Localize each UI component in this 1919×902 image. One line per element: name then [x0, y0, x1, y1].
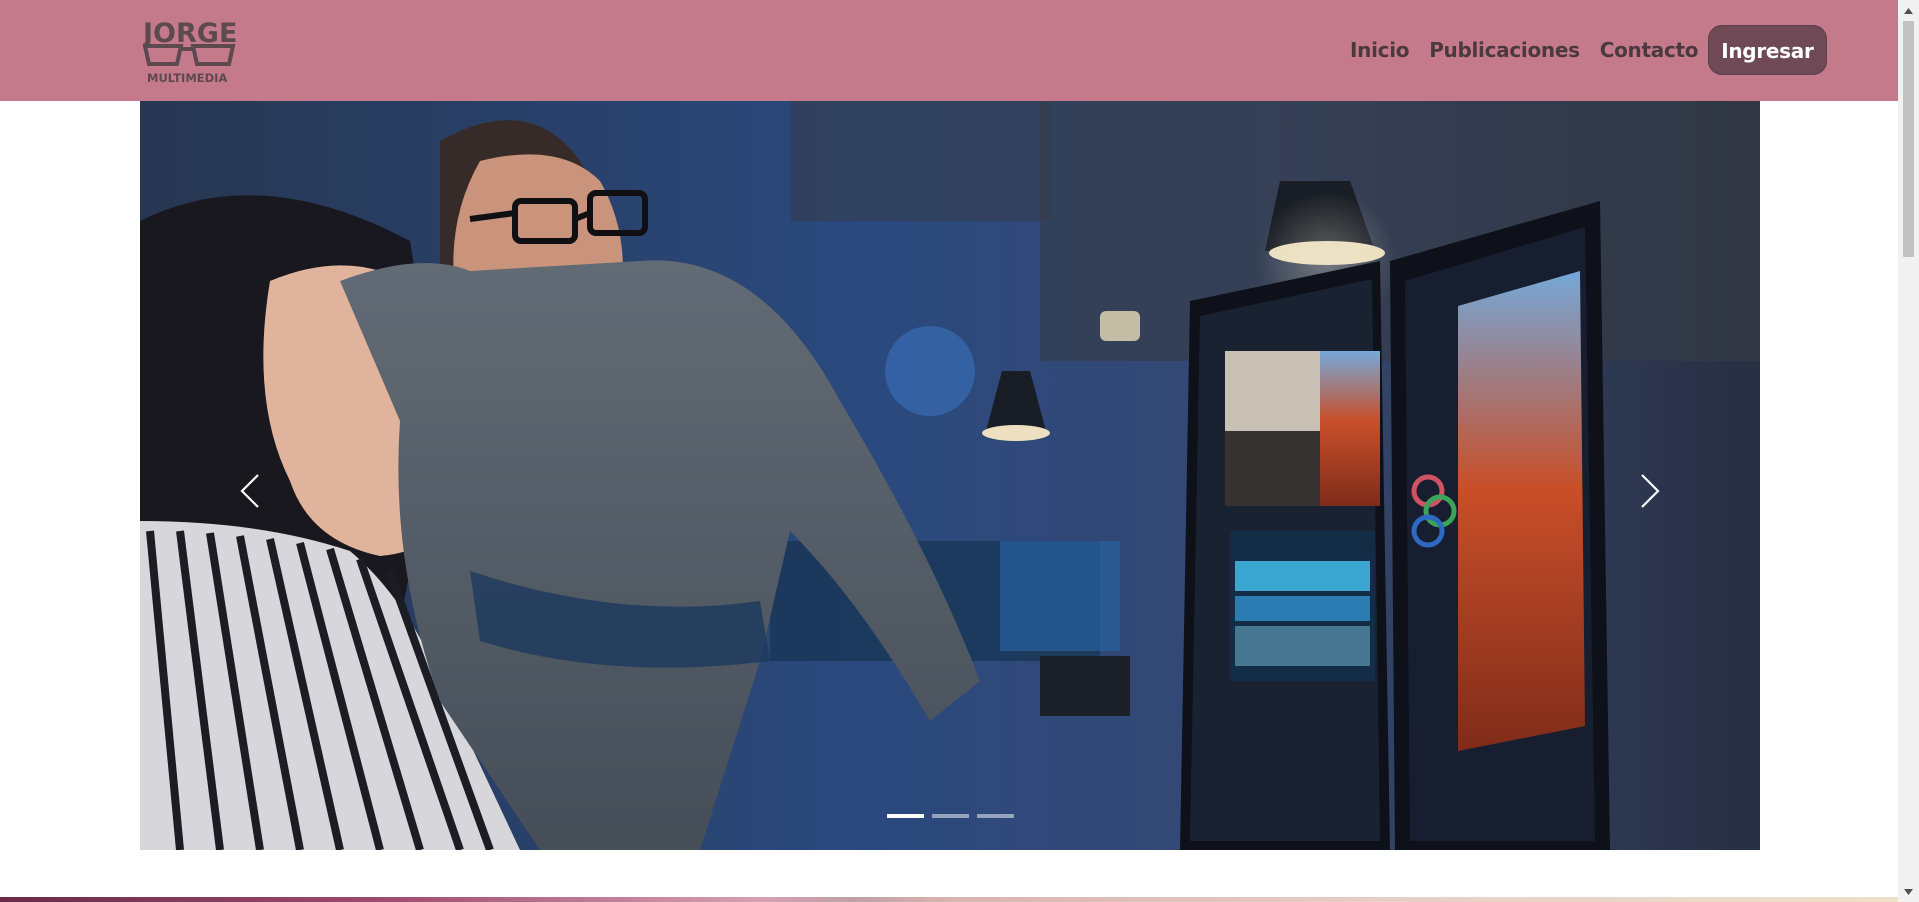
brand-logo[interactable]: JORGE MULTIMEDIA	[141, 18, 237, 85]
carousel-indicator-2[interactable]	[931, 814, 969, 818]
logo-wordmark-bottom: MULTIMEDIA	[147, 71, 227, 84]
nav-link-inicio[interactable]: Inicio	[1340, 38, 1419, 62]
hero-carousel	[140, 101, 1760, 850]
top-navbar: JORGE MULTIMEDIA Inicio Publicaciones Co…	[0, 0, 1898, 101]
carousel-prev-button[interactable]	[220, 456, 280, 526]
scroll-thumb[interactable]	[1903, 21, 1914, 257]
carousel-indicator-1[interactable]	[886, 814, 924, 818]
main-nav: Inicio Publicaciones Contacto Ingresar	[1340, 25, 1827, 75]
scroll-down-arrow-icon	[1904, 888, 1913, 895]
section-divider	[0, 897, 1898, 902]
ingresar-button[interactable]: Ingresar	[1708, 25, 1827, 75]
chevron-left-icon	[240, 474, 259, 508]
carousel-slide-image	[140, 101, 1760, 850]
carousel-indicators	[140, 814, 1760, 818]
nav-link-publicaciones[interactable]: Publicaciones	[1419, 38, 1590, 62]
nav-link-contacto[interactable]: Contacto	[1590, 38, 1708, 62]
scroll-up-button[interactable]	[1898, 2, 1919, 19]
chevron-right-icon	[1641, 474, 1660, 508]
carousel-indicator-3[interactable]	[976, 814, 1014, 818]
scroll-down-button[interactable]	[1898, 883, 1919, 900]
logo-glasses-icon: JORGE MULTIMEDIA	[141, 18, 237, 85]
carousel-next-button[interactable]	[1620, 456, 1680, 526]
scroll-up-arrow-icon	[1904, 7, 1913, 14]
page-scrollbar[interactable]	[1898, 0, 1919, 902]
